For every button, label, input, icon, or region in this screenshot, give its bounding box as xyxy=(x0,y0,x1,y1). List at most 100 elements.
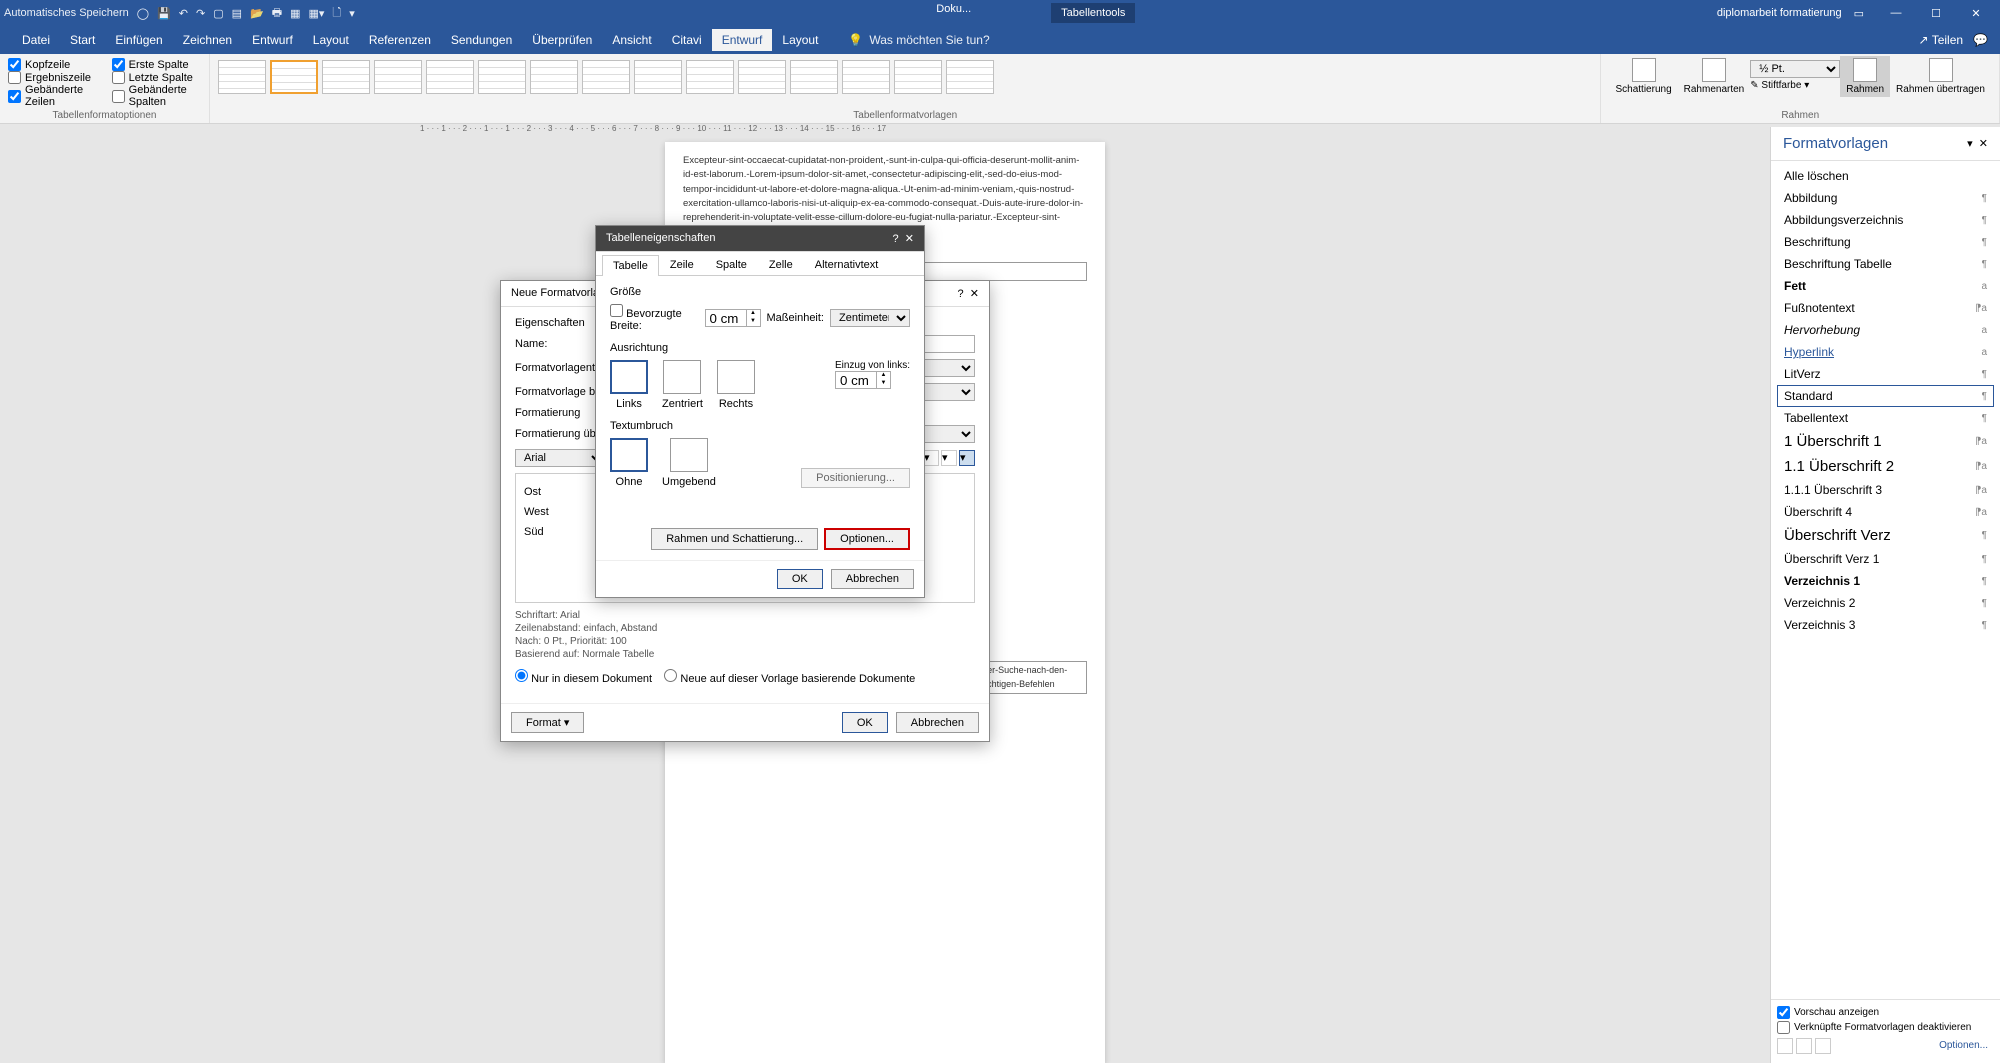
table-style[interactable] xyxy=(842,60,890,94)
tab-datei[interactable]: Datei xyxy=(12,29,60,51)
format-icon[interactable]: ▾ xyxy=(959,450,975,466)
table-style[interactable] xyxy=(426,60,474,94)
table-styles-gallery[interactable] xyxy=(218,56,1592,94)
qat-icon[interactable]: ▢ xyxy=(213,7,223,20)
save-icon[interactable]: 💾 xyxy=(157,7,171,20)
table-style[interactable] xyxy=(478,60,526,94)
tab-zeichnen[interactable]: Zeichnen xyxy=(173,29,242,51)
shading-button[interactable]: Schattierung xyxy=(1609,56,1677,97)
table-style[interactable] xyxy=(634,60,682,94)
style-item[interactable]: Verzeichnis 1¶ xyxy=(1777,570,1994,592)
indent-spinner[interactable]: ▲▼ xyxy=(835,371,891,389)
chk-banded-rows[interactable]: Gebänderte Zeilen xyxy=(8,84,92,108)
table-style[interactable] xyxy=(582,60,630,94)
qat-icon[interactable]: ▦▾ xyxy=(309,7,325,20)
wrap-none[interactable]: Ohne xyxy=(610,438,648,488)
format-button[interactable]: Format ▾ xyxy=(511,712,584,733)
chk-last-col[interactable]: Letzte Spalte xyxy=(112,71,201,84)
help-icon[interactable]: ? xyxy=(893,233,899,245)
table-style[interactable] xyxy=(270,60,318,94)
tab-einfuegen[interactable]: Einfügen xyxy=(105,29,172,51)
qat-icon[interactable]: 🗋 xyxy=(332,4,341,23)
style-item[interactable]: Überschrift 4⁋a xyxy=(1777,501,1994,523)
clear-all[interactable]: Alle löschen xyxy=(1777,165,1994,187)
font-select[interactable]: Arial xyxy=(515,449,605,467)
close-icon[interactable]: ✕ xyxy=(1956,7,1996,20)
close-icon[interactable]: ✕ xyxy=(1979,138,1988,150)
tab-zeile[interactable]: Zeile xyxy=(659,254,705,275)
table-style[interactable] xyxy=(686,60,734,94)
style-item[interactable]: Beschriftung Tabelle¶ xyxy=(1777,253,1994,275)
ok-button[interactable]: OK xyxy=(777,569,823,589)
maximize-icon[interactable]: ☐ xyxy=(1916,7,1956,20)
tab-layout[interactable]: Layout xyxy=(303,29,359,51)
table-style[interactable] xyxy=(894,60,942,94)
new-style-icon[interactable] xyxy=(1777,1038,1793,1054)
options-button[interactable]: Optionen... xyxy=(824,528,910,550)
tab-sendungen[interactable]: Sendungen xyxy=(441,29,522,51)
style-item[interactable]: 1.1 Überschrift 2⁋a xyxy=(1777,454,1994,479)
close-icon[interactable]: ✕ xyxy=(970,288,979,300)
tab-citavi[interactable]: Citavi xyxy=(662,29,712,51)
style-item[interactable]: Abbildung¶ xyxy=(1777,187,1994,209)
width-spinner[interactable]: ▲▼ xyxy=(705,309,761,327)
tab-ueberpruefen[interactable]: Überprüfen xyxy=(522,29,602,51)
chk-header[interactable]: Kopfzeile xyxy=(8,58,92,71)
qat-more-icon[interactable]: ▾ xyxy=(349,7,355,20)
style-item[interactable]: Standard¶ xyxy=(1777,385,1994,407)
table-style[interactable] xyxy=(790,60,838,94)
positioning-button[interactable]: Positionierung... xyxy=(801,468,910,488)
align-right[interactable]: Rechts xyxy=(717,360,755,410)
style-item[interactable]: 1.1.1 Überschrift 3⁋a xyxy=(1777,479,1994,501)
table-style[interactable] xyxy=(530,60,578,94)
comments-icon[interactable]: 💬 xyxy=(1973,33,1988,47)
tab-table-entwurf[interactable]: Entwurf xyxy=(712,29,773,51)
tab-alttext[interactable]: Alternativtext xyxy=(804,254,890,275)
style-item[interactable]: Beschriftung¶ xyxy=(1777,231,1994,253)
chk-first-col[interactable]: Erste Spalte xyxy=(112,58,201,71)
ruler[interactable]: 1 · · · 1 · · · 2 · · · 1 · · · 1 · · · … xyxy=(0,124,2000,142)
style-item[interactable]: Hyperlinka xyxy=(1777,341,1994,363)
qat-icon[interactable]: ▤ xyxy=(232,7,242,20)
autosave-toggle[interactable]: ◯ xyxy=(137,7,149,20)
tab-entwurf[interactable]: Entwurf xyxy=(242,29,303,51)
qat-icon[interactable]: 🖶 xyxy=(272,4,282,23)
tab-ansicht[interactable]: Ansicht xyxy=(602,29,661,51)
share-button[interactable]: ↗ Teilen xyxy=(1919,33,1964,47)
style-item[interactable]: Überschrift Verz 1¶ xyxy=(1777,548,1994,570)
undo-icon[interactable]: ↶ xyxy=(179,7,188,20)
chk-pref-width[interactable]: Bevorzugte Breite: xyxy=(610,304,699,332)
wrap-around[interactable]: Umgebend xyxy=(662,438,716,488)
cancel-button[interactable]: Abbrechen xyxy=(896,712,979,733)
ok-button[interactable]: OK xyxy=(842,712,888,733)
style-item[interactable]: Verzeichnis 3¶ xyxy=(1777,614,1994,636)
border-styles-button[interactable]: Rahmenarten xyxy=(1678,56,1751,97)
table-style[interactable] xyxy=(374,60,422,94)
inspect-icon[interactable] xyxy=(1796,1038,1812,1054)
style-item[interactable]: Überschrift Verz¶ xyxy=(1777,523,1994,548)
style-item[interactable]: Fetta xyxy=(1777,275,1994,297)
style-item[interactable]: 1 Überschrift 1⁋a xyxy=(1777,429,1994,454)
redo-icon[interactable]: ↷ xyxy=(196,7,205,20)
style-item[interactable]: Tabellentext¶ xyxy=(1777,407,1994,429)
chk-preview[interactable]: Vorschau anzeigen xyxy=(1777,1006,1994,1019)
chk-banded-cols[interactable]: Gebänderte Spalten xyxy=(112,84,201,108)
manage-icon[interactable] xyxy=(1815,1038,1831,1054)
help-icon[interactable]: ? xyxy=(958,288,964,300)
tab-start[interactable]: Start xyxy=(60,29,105,51)
radio-only-doc[interactable]: Nur in diesem Dokument xyxy=(515,673,652,685)
style-item[interactable]: Hervorhebunga xyxy=(1777,319,1994,341)
border-painter-button[interactable]: Rahmen übertragen xyxy=(1890,56,1991,97)
align-center[interactable]: Zentriert xyxy=(662,360,703,410)
options-link[interactable]: Optionen... xyxy=(1933,1038,1994,1057)
format-icon[interactable]: ▾ xyxy=(941,450,957,466)
style-item[interactable]: LitVerz¶ xyxy=(1777,363,1994,385)
table-style[interactable] xyxy=(218,60,266,94)
chk-disable-linked[interactable]: Verknüpfte Formatvorlagen deaktivieren xyxy=(1777,1021,1994,1034)
format-icon[interactable]: ▾ xyxy=(923,450,939,466)
style-item[interactable]: Abbildungsverzeichnis¶ xyxy=(1777,209,1994,231)
tab-referenzen[interactable]: Referenzen xyxy=(359,29,441,51)
pane-menu-icon[interactable]: ▾ xyxy=(1967,138,1973,150)
tab-zelle[interactable]: Zelle xyxy=(758,254,804,275)
tell-me[interactable]: 💡 Was möchten Sie tun? xyxy=(848,33,989,47)
